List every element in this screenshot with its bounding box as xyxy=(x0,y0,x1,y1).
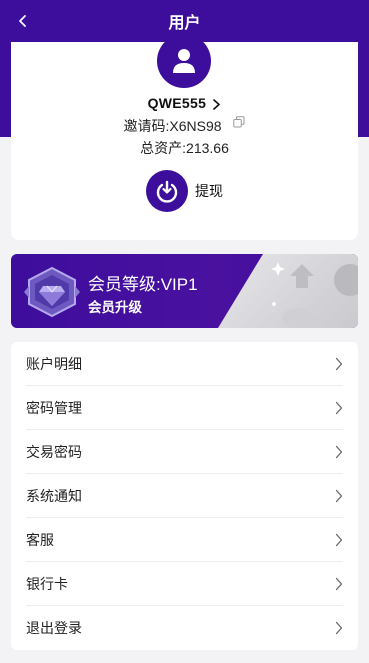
diamond-badge-icon xyxy=(24,266,80,318)
settings-menu: 账户明细 密码管理 交易密码 系统通知 客服 银行卡 退出登录 xyxy=(11,342,358,650)
menu-item-label: 交易密码 xyxy=(26,443,82,460)
total-assets-value: 213.66 xyxy=(186,140,229,156)
chevron-right-icon xyxy=(335,401,343,414)
chevron-right-icon xyxy=(335,357,343,370)
withdraw-label: 提现 xyxy=(195,183,223,199)
vip-banner[interactable]: 会员等级:VIP1 会员升级 xyxy=(11,254,358,328)
invite-code-label: 邀请码: xyxy=(123,118,170,134)
invite-code-value: X6NS98 xyxy=(169,118,222,134)
vip-upgrade-link[interactable]: 会员升级 xyxy=(88,296,142,316)
back-button[interactable] xyxy=(10,8,36,34)
invite-code-row: 邀请码:X6NS98 xyxy=(11,116,358,136)
withdraw-button[interactable]: 提现 xyxy=(146,170,223,212)
username-row[interactable]: QWE555 xyxy=(11,95,358,111)
menu-item-customer-service[interactable]: 客服 xyxy=(26,518,343,562)
avatar[interactable] xyxy=(157,34,211,88)
chevron-right-icon xyxy=(335,577,343,590)
chevron-right-icon xyxy=(335,489,343,502)
chevron-right-icon xyxy=(213,98,221,110)
menu-item-label: 账户明细 xyxy=(26,355,82,372)
chevron-right-icon xyxy=(335,445,343,458)
menu-item-account-details[interactable]: 账户明细 xyxy=(26,342,343,386)
total-assets-label: 总资产: xyxy=(140,140,187,156)
vip-level-text: 会员等级:VIP1 xyxy=(88,275,198,294)
chevron-right-icon xyxy=(335,533,343,546)
profile-card: QWE555 邀请码:X6NS98 总资产:213.66 提现 xyxy=(11,34,358,240)
menu-item-password-management[interactable]: 密码管理 xyxy=(26,386,343,430)
menu-item-logout[interactable]: 退出登录 xyxy=(26,606,343,650)
user-icon xyxy=(173,49,195,73)
menu-item-label: 密码管理 xyxy=(26,399,82,416)
menu-item-trade-password[interactable]: 交易密码 xyxy=(26,430,343,474)
copy-icon[interactable] xyxy=(233,116,245,128)
total-assets-row: 总资产:213.66 xyxy=(11,138,358,158)
vip-banner-decoration xyxy=(218,254,358,328)
withdraw-icon xyxy=(146,170,188,212)
menu-item-label: 系统通知 xyxy=(26,487,82,504)
chevron-right-icon xyxy=(335,621,343,635)
username: QWE555 xyxy=(147,95,207,111)
page-title: 用户 xyxy=(168,15,201,32)
menu-item-system-notifications[interactable]: 系统通知 xyxy=(26,474,343,518)
menu-item-bank-card[interactable]: 银行卡 xyxy=(26,562,343,606)
menu-item-label: 退出登录 xyxy=(26,620,82,636)
menu-item-label: 客服 xyxy=(26,531,54,548)
menu-item-label: 银行卡 xyxy=(26,575,68,592)
chevron-left-icon xyxy=(19,15,26,27)
